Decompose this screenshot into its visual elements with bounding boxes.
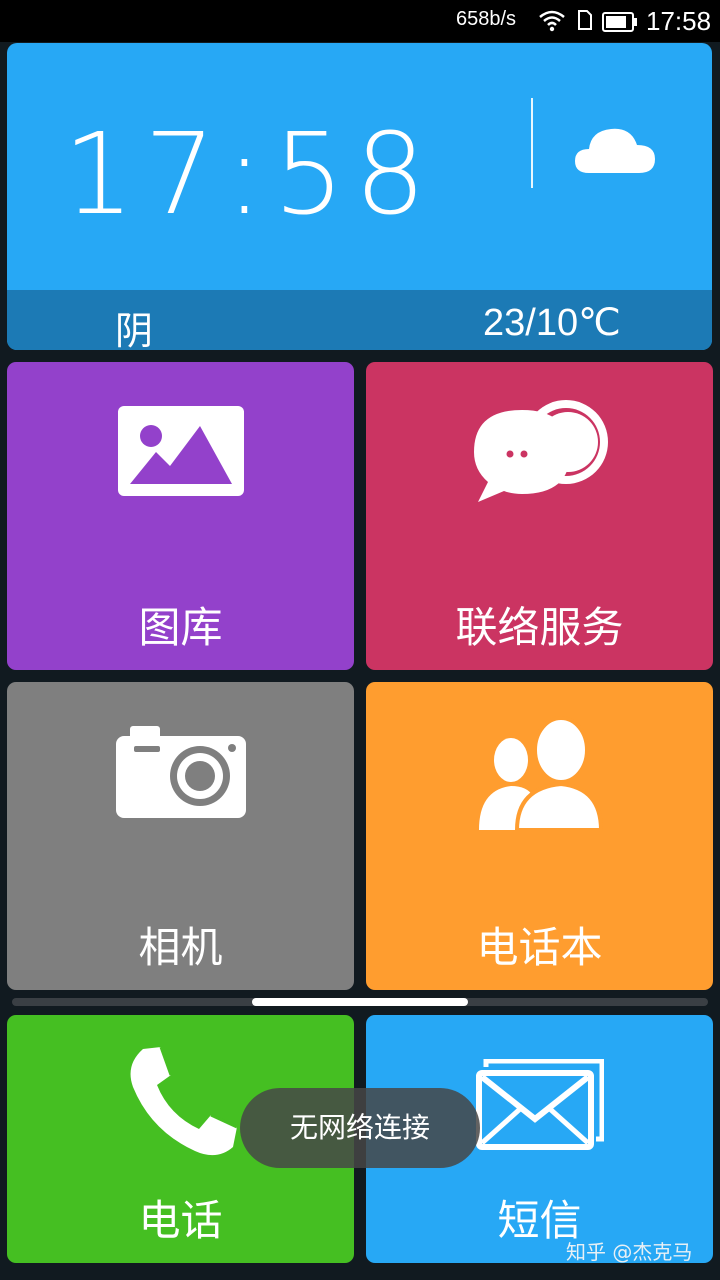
tile-label: 图库 bbox=[138, 603, 223, 652]
chat-bubbles-icon bbox=[473, 400, 608, 502]
watermark: 知乎 @杰克马 bbox=[566, 1240, 693, 1264]
contacts-icon bbox=[478, 716, 603, 832]
tile-label: 电话本 bbox=[476, 923, 603, 972]
envelope-icon bbox=[475, 1059, 604, 1150]
battery-icon bbox=[602, 12, 637, 32]
tile-label: 电话 bbox=[138, 1196, 223, 1245]
clock-weather-widget[interactable]: 17:58 阴 23/10℃ bbox=[7, 43, 712, 350]
sim-icon bbox=[578, 10, 592, 30]
camera-icon bbox=[115, 726, 246, 818]
status-bar: 658b/s 17:58 bbox=[0, 0, 720, 42]
phone-icon bbox=[130, 1046, 238, 1156]
weather-condition: 阴 bbox=[115, 309, 154, 350]
tile-label: 相机 bbox=[138, 923, 223, 972]
gallery-icon bbox=[117, 406, 244, 496]
network-speed: 658b/s bbox=[456, 8, 517, 30]
weather-bar: 阴 23/10℃ bbox=[7, 290, 712, 350]
weather-temperature: 23/10℃ bbox=[483, 302, 621, 344]
tile-phonebook[interactable]: 电话本 bbox=[366, 682, 713, 990]
tile-camera[interactable]: 相机 bbox=[7, 682, 354, 990]
page-scroll-thumb[interactable] bbox=[252, 998, 468, 1006]
wifi-icon bbox=[539, 10, 565, 32]
status-time: 17:58 bbox=[646, 6, 712, 36]
tile-label: 联络服务 bbox=[455, 603, 624, 652]
divider bbox=[531, 98, 533, 188]
tile-contact-service[interactable]: 联络服务 bbox=[366, 362, 713, 670]
cloud-icon bbox=[575, 128, 655, 173]
tile-gallery[interactable]: 图库 bbox=[7, 362, 354, 670]
clock-time: 17:58 bbox=[63, 110, 436, 240]
toast-message: 无网络连接 bbox=[240, 1088, 480, 1168]
